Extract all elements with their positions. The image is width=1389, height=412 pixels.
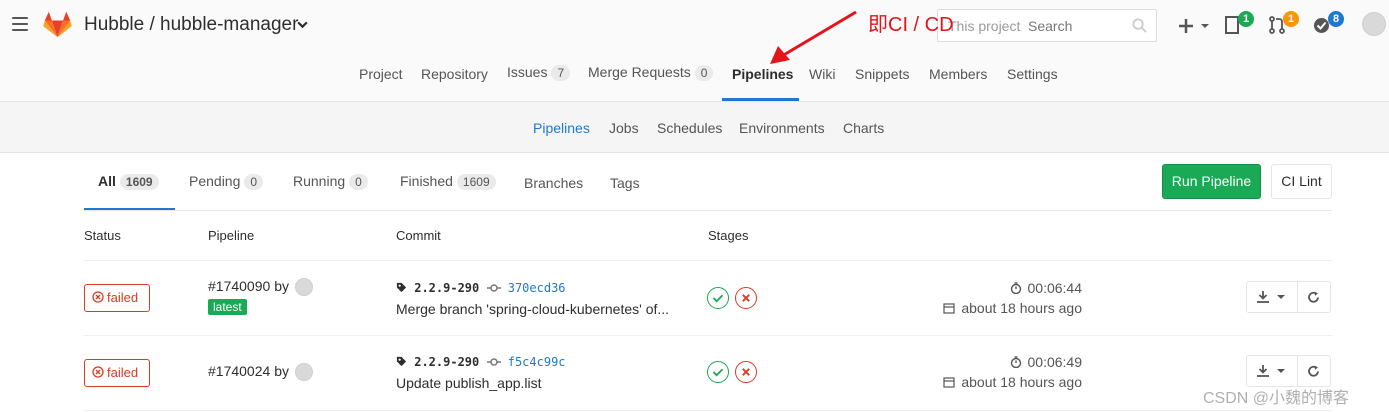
status-badge[interactable]: failed [84, 359, 150, 387]
tab-tags[interactable]: Tags [610, 175, 640, 191]
column-header-pipeline: Pipeline [208, 228, 255, 243]
retry-icon[interactable] [1307, 291, 1320, 304]
subnav-item-pipelines[interactable]: Pipelines [533, 120, 590, 136]
search-scope-label: This project [948, 18, 1021, 34]
ref-name[interactable]: 2.2.9-290 [414, 281, 479, 295]
button-divider [1297, 356, 1298, 386]
pipeline-finished-time: about 18 hours ago [943, 300, 1082, 316]
issues-count-badge: 8 [1328, 11, 1344, 27]
top-header: Hubble / hubble-manager This project Sea… [0, 0, 1389, 102]
commit-ref-line: 2.2.9-290 370ecd36 [396, 281, 566, 295]
commit-icon [486, 284, 501, 292]
gitlab-logo-icon[interactable] [43, 11, 72, 38]
pipeline-duration: 00:06:44 [1010, 280, 1082, 296]
commit-message[interactable]: Update publish_app.list [396, 375, 542, 391]
pipeline-link[interactable]: #1740090 by [208, 278, 289, 294]
search-placeholder: Search [1028, 18, 1073, 34]
ref-name[interactable]: 2.2.9-290 [414, 355, 479, 369]
commit-message[interactable]: Merge branch 'spring-cloud-kubernetes' o… [396, 301, 669, 317]
calendar-icon [943, 377, 955, 388]
tab-count: 0 [244, 174, 264, 190]
scope-tabs: All 1609 Pending 0 Running 0 Finished 1609 B… [84, 153, 1332, 211]
tab-finished[interactable]: Finished 1609 [400, 173, 496, 190]
stage-failed-icon[interactable] [735, 287, 757, 309]
failed-status-icon [92, 366, 104, 378]
commit-icon [486, 358, 501, 366]
subnav-item-charts[interactable]: Charts [843, 120, 884, 136]
tab-count: 1609 [456, 174, 496, 190]
table-row: failed #1740090 by latest 2.2.9-290 370e… [84, 261, 1332, 336]
nav-item-members[interactable]: Members [929, 66, 987, 82]
user-avatar[interactable] [295, 278, 313, 296]
user-avatar[interactable] [295, 363, 313, 381]
active-tab-indicator [84, 208, 175, 210]
tag-icon [396, 356, 407, 367]
run-pipeline-button[interactable]: Run Pipeline [1162, 164, 1261, 199]
artifacts-retry-group [1246, 281, 1331, 313]
subnav-item-environments[interactable]: Environments [739, 120, 825, 136]
commit-sha[interactable]: 370ecd36 [508, 281, 566, 295]
active-nav-indicator [722, 98, 799, 101]
column-header-stages: Stages [708, 228, 749, 243]
tab-all[interactable]: All 1609 [98, 173, 159, 190]
pipeline-duration: 00:06:49 [1010, 354, 1082, 370]
tab-branches[interactable]: Branches [524, 175, 583, 191]
timer-icon [1010, 356, 1021, 368]
merge-request-count-badge: 1 [1283, 11, 1299, 27]
user-avatar[interactable] [1362, 12, 1386, 36]
stage-success-icon[interactable] [707, 361, 729, 383]
artifacts-retry-group [1246, 355, 1331, 387]
calendar-icon [943, 303, 955, 314]
tab-running[interactable]: Running 0 [293, 173, 368, 190]
nav-item-settings[interactable]: Settings [1007, 66, 1058, 82]
chevron-down-icon[interactable] [1200, 22, 1210, 30]
status-badge[interactable]: failed [84, 284, 150, 312]
nav-item-project[interactable]: Project [359, 66, 403, 82]
pipeline-link[interactable]: #1740024 by [208, 363, 289, 379]
todo-icon[interactable] [1225, 16, 1239, 34]
search-icon [1132, 18, 1147, 33]
nav-item-issues[interactable]: Issues 7 [507, 64, 571, 81]
merge-requests-count: 0 [694, 65, 714, 81]
chevron-down-icon[interactable] [296, 18, 309, 31]
nav-item-repository[interactable]: Repository [421, 66, 488, 82]
pipelines-subnav: Pipelines Jobs Schedules Environments Ch… [0, 102, 1389, 153]
tab-count: 1609 [119, 174, 159, 190]
download-dropdown-button[interactable] [1257, 291, 1287, 303]
stage-failed-icon[interactable] [735, 361, 757, 383]
failed-status-icon [92, 291, 104, 303]
nav-item-merge-requests[interactable]: Merge Requests 0 [588, 64, 714, 81]
plus-icon[interactable] [1178, 18, 1194, 34]
annotation-text: 即CI / CD [868, 14, 954, 36]
subnav-item-jobs[interactable]: Jobs [609, 120, 639, 136]
pipeline-finished-time: about 18 hours ago [943, 374, 1082, 390]
stage-success-icon[interactable] [707, 287, 729, 309]
commit-ref-line: 2.2.9-290 f5c4c99c [396, 355, 566, 369]
issues-count: 7 [551, 65, 571, 81]
button-divider [1297, 282, 1298, 312]
tab-count: 0 [349, 174, 368, 190]
project-title[interactable]: Hubble / hubble-manager [84, 14, 298, 36]
tag-icon [396, 282, 407, 293]
annotation-arrow [770, 10, 857, 64]
latest-badge: latest [208, 299, 247, 315]
timer-icon [1010, 282, 1021, 294]
menu-icon[interactable] [12, 17, 28, 31]
retry-icon[interactable] [1307, 365, 1320, 378]
tab-pending[interactable]: Pending 0 [189, 173, 264, 190]
table-row: failed #1740024 by 2.2.9-290 f5c4c99c Up… [84, 336, 1332, 411]
project-nav: Project Repository Issues 7 Merge Request… [0, 56, 1389, 102]
download-dropdown-button[interactable] [1257, 365, 1287, 377]
column-header-status: Status [84, 228, 121, 243]
subnav-item-schedules[interactable]: Schedules [657, 120, 722, 136]
watermark: CSDN @小魏的博客 [1203, 390, 1350, 407]
column-header-commit: Commit [396, 228, 441, 243]
ci-lint-button[interactable]: CI Lint [1271, 164, 1332, 199]
commit-sha[interactable]: f5c4c99c [508, 355, 566, 369]
todo-count-badge: 1 [1238, 11, 1254, 27]
